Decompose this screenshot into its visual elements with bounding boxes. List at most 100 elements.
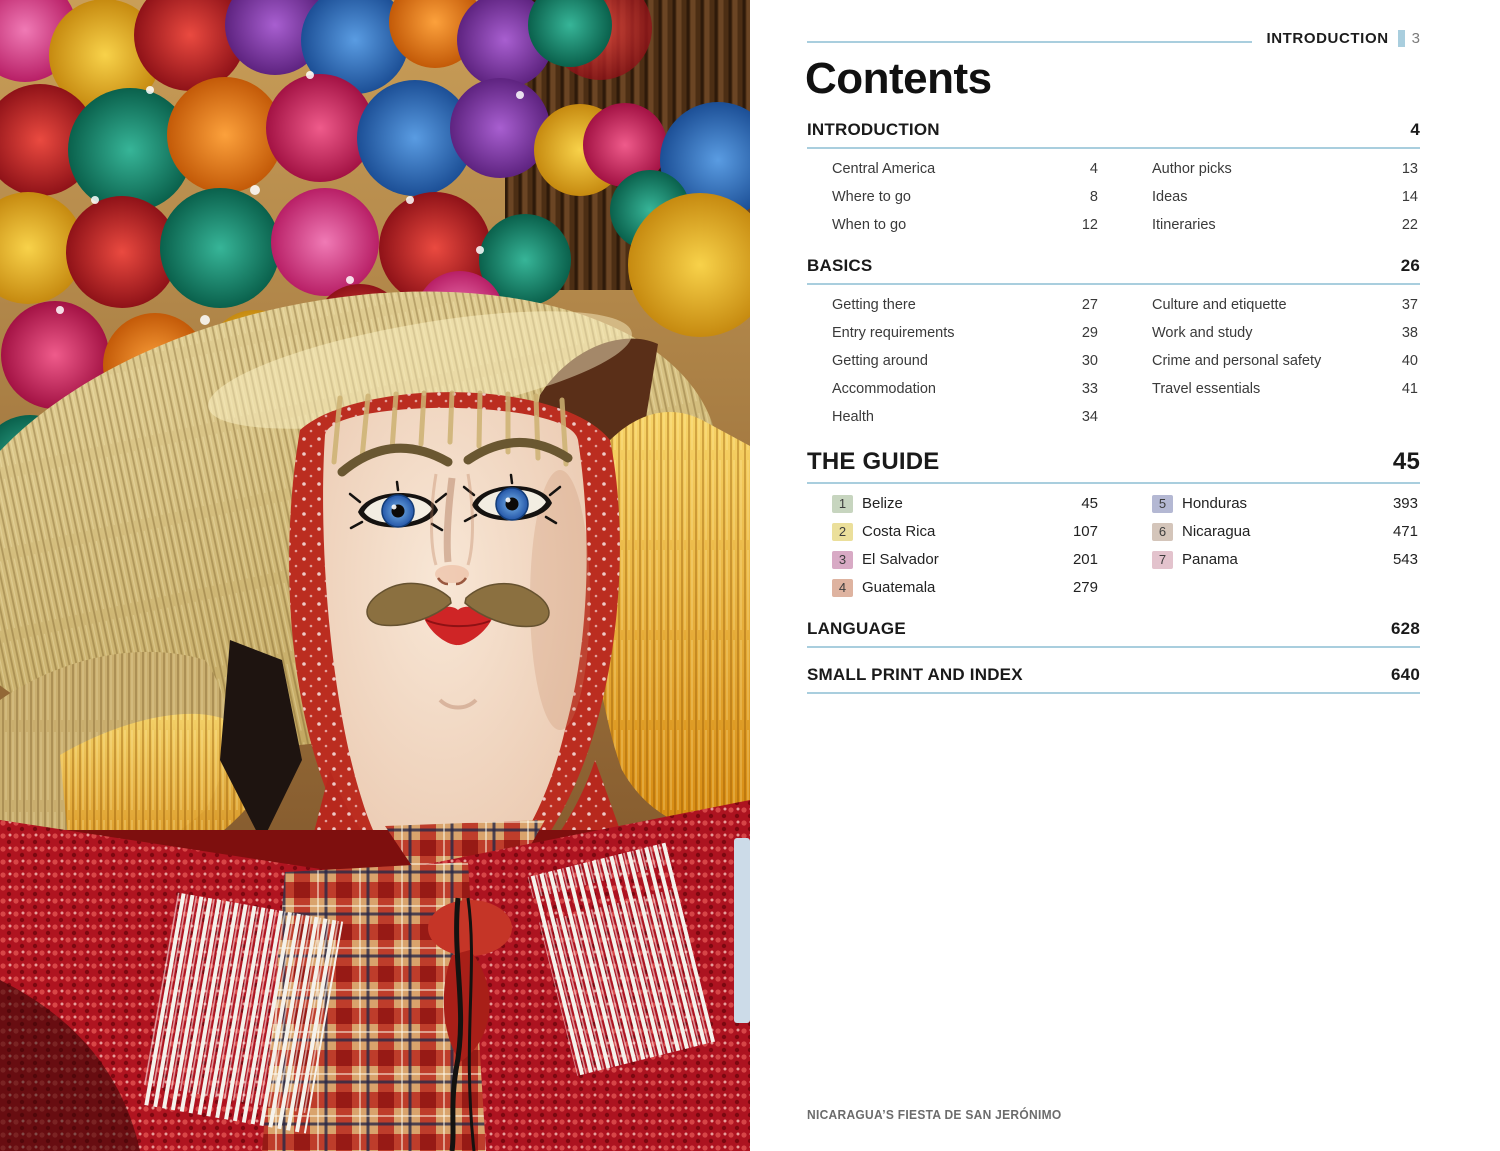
toc-entry-row: Where to go8 [832, 183, 1098, 211]
toc-section-basics: BASICS26Getting there27Entry requirement… [807, 256, 1420, 431]
toc-column: Author picks13Ideas14Itineraries22 [1152, 155, 1418, 239]
entry-page-number: 22 [1402, 217, 1418, 233]
section-label: THE GUIDE [807, 448, 939, 476]
section-header: LANGUAGE 628 [807, 619, 1420, 648]
entry-page-number: 201 [1073, 551, 1098, 568]
entry-page-number: 13 [1402, 161, 1418, 177]
toc-entry-row: Culture and etiquette37 [1152, 291, 1418, 319]
chapter-number-badge: 3 [832, 551, 853, 569]
entry-label: El Salvador [862, 551, 1073, 568]
entry-page-number: 107 [1073, 523, 1098, 540]
section-page-number: 628 [1391, 619, 1420, 639]
toc-entry-row: Central America4 [832, 155, 1098, 183]
entry-page-number: 4 [1090, 161, 1098, 177]
header-page-number: 3 [1412, 30, 1420, 47]
entry-label: Getting there [832, 297, 1082, 313]
section-page-number: 45 [1393, 448, 1420, 476]
entry-label: Getting around [832, 353, 1082, 369]
header-section-label: INTRODUCTION [1266, 30, 1388, 47]
toc-entry-row: Crime and personal safety40 [1152, 347, 1418, 375]
entry-label: Crime and personal safety [1152, 353, 1402, 369]
section-columns: Central America4Where to go8When to go12… [807, 149, 1420, 239]
chapter-number-badge: 1 [832, 495, 853, 513]
entry-page-number: 33 [1082, 381, 1098, 397]
entry-page-number: 14 [1402, 189, 1418, 205]
fiesta-mask-illustration [0, 0, 750, 1151]
chapter-number-badge: 4 [832, 579, 853, 597]
entry-label: Guatemala [862, 579, 1073, 596]
entry-label: Culture and etiquette [1152, 297, 1402, 313]
entry-page-number: 543 [1393, 551, 1418, 568]
toc-entry-row: When to go12 [832, 211, 1098, 239]
entry-label: Central America [832, 161, 1090, 177]
entry-page-number: 12 [1082, 217, 1098, 233]
entry-page-number: 30 [1082, 353, 1098, 369]
guide-chapter-row: 5Honduras393 [1152, 490, 1418, 518]
toc-entry-row: Entry requirements29 [832, 319, 1098, 347]
section-header: INTRODUCTION 4 [807, 120, 1420, 149]
entry-label: Accommodation [832, 381, 1082, 397]
running-header: INTRODUCTION 3 [807, 28, 1420, 48]
entry-label: Where to go [832, 189, 1090, 205]
entry-page-number: 393 [1393, 495, 1418, 512]
chapter-number-badge: 2 [832, 523, 853, 541]
entry-page-number: 27 [1082, 297, 1098, 313]
guide-chapter-row: 2 Costa Rica107 [832, 518, 1098, 546]
toc-entry-row: Author picks13 [1152, 155, 1418, 183]
entry-label: Author picks [1152, 161, 1402, 177]
entry-label: Entry requirements [832, 325, 1082, 341]
toc-column: Culture and etiquette37Work and study38C… [1152, 291, 1418, 431]
entry-page-number: 34 [1082, 409, 1098, 425]
section-label: BASICS [807, 256, 872, 276]
header-rule [807, 41, 1252, 43]
toc-column: Getting there27Entry requirements29Getti… [832, 291, 1098, 431]
toc-column: 5Honduras3936Nicaragua4717Panama543 [1152, 490, 1418, 602]
entry-page-number: 471 [1393, 523, 1418, 540]
section-page-number: 4 [1410, 120, 1420, 140]
section-label: INTRODUCTION [807, 120, 940, 140]
entry-label: Travel essentials [1152, 381, 1402, 397]
section-header: THE GUIDE 45 [807, 448, 1420, 484]
section-page-number: 26 [1401, 256, 1420, 276]
toc-section-small-print: SMALL PRINT AND INDEX 640 [807, 665, 1420, 694]
contents-panel: INTRODUCTION 3 Contents INTRODUCTION4Cen… [750, 0, 1500, 1151]
guide-chapter-row: 3 El Salvador201 [832, 546, 1098, 574]
entry-page-number: 40 [1402, 353, 1418, 369]
toc-entry-row: Itineraries22 [1152, 211, 1418, 239]
entry-label: Nicaragua [1182, 523, 1393, 540]
photo-caption: NICARAGUA’S FIESTA DE SAN JERÓNIMO [807, 1108, 1061, 1122]
entry-page-number: 38 [1402, 325, 1418, 341]
entry-label: When to go [832, 217, 1082, 233]
section-label: LANGUAGE [807, 619, 906, 639]
chapter-number-badge: 5 [1152, 495, 1173, 513]
toc-section-the-guide: THE GUIDE451Belize452Costa Rica1073El Sa… [807, 448, 1420, 602]
entry-label: Work and study [1152, 325, 1402, 341]
section-columns: Getting there27Entry requirements29Getti… [807, 285, 1420, 431]
entry-page-number: 8 [1090, 189, 1098, 205]
section-columns: 1 Belize45 2 Costa Rica107 3 El Salvador201 4G… [807, 484, 1420, 602]
entry-label: Belize [862, 495, 1081, 512]
entry-page-number: 29 [1082, 325, 1098, 341]
entry-page-number: 279 [1073, 579, 1098, 596]
section-header: BASICS 26 [807, 256, 1420, 285]
header-accent-bar [1398, 30, 1405, 47]
entry-label: Health [832, 409, 1082, 425]
toc-column: 1 Belize45 2 Costa Rica107 3 El Salvador201 4G… [832, 490, 1098, 602]
toc-section-introduction: INTRODUCTION4Central America4Where to go… [807, 120, 1420, 239]
toc-entry-row: Work and study38 [1152, 319, 1418, 347]
guide-chapter-row: 6Nicaragua471 [1152, 518, 1418, 546]
page-title: Contents [805, 56, 1420, 102]
entry-label: Panama [1182, 551, 1393, 568]
entry-page-number: 45 [1081, 495, 1098, 512]
section-label: SMALL PRINT AND INDEX [807, 665, 1023, 685]
toc-sections: INTRODUCTION4Central America4Where to go… [807, 120, 1420, 694]
entry-page-number: 41 [1402, 381, 1418, 397]
section-header: SMALL PRINT AND INDEX 640 [807, 665, 1420, 694]
cover-photo [0, 0, 750, 1151]
entry-label: Ideas [1152, 189, 1402, 205]
guide-chapter-row: 4 Guatemala279 [832, 574, 1098, 602]
entry-page-number: 37 [1402, 297, 1418, 313]
section-page-number: 640 [1391, 665, 1420, 685]
entry-label: Costa Rica [862, 523, 1073, 540]
toc-entry-row: Accommodation33 [832, 375, 1098, 403]
